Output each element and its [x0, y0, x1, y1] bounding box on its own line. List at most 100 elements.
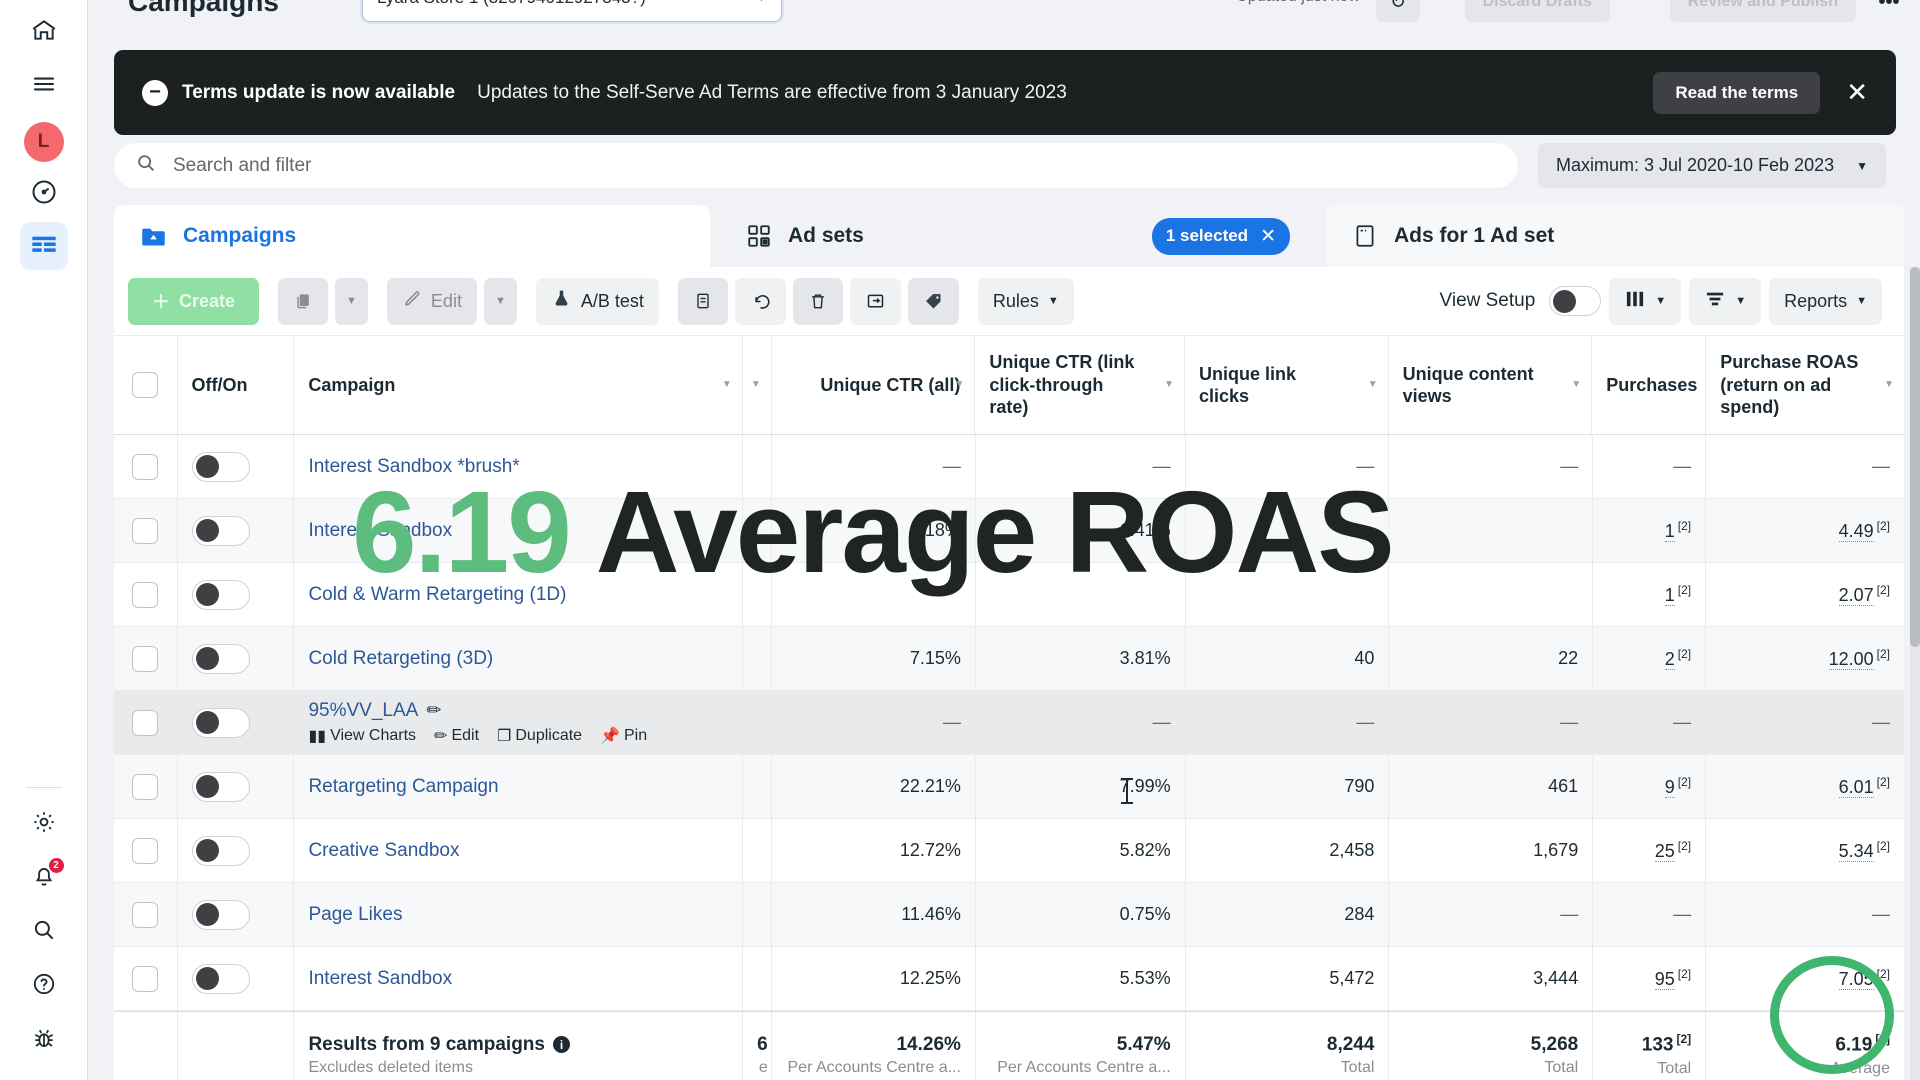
- row-toggle-cell[interactable]: [178, 819, 295, 882]
- bell-icon[interactable]: 2: [20, 852, 68, 900]
- menu-icon[interactable]: [20, 60, 68, 108]
- read-the-terms-button[interactable]: Read the terms: [1653, 71, 1821, 114]
- row-toggle-cell[interactable]: [178, 563, 295, 626]
- campaign-onoff-toggle[interactable]: [191, 899, 250, 930]
- campaign-onoff-toggle[interactable]: [191, 835, 250, 866]
- date-range-picker[interactable]: Maximum: 3 Jul 2020-10 Feb 2023 ▼: [1537, 143, 1886, 188]
- ab-test-button[interactable]: A/B test: [535, 277, 659, 325]
- column-header-purchases[interactable]: Purchases: [1592, 336, 1707, 434]
- duplicate-caret-button[interactable]: ▼: [335, 277, 368, 325]
- view-setup-control[interactable]: View Setup: [1440, 286, 1602, 316]
- sort-caret-icon[interactable]: ▼: [722, 379, 732, 392]
- campaign-name-link[interactable]: Page Likes: [308, 904, 402, 926]
- row-toggle-cell[interactable]: [178, 755, 295, 818]
- row-toggle-cell[interactable]: [178, 627, 295, 690]
- duplicate-button[interactable]: [278, 277, 329, 325]
- discard-drafts-button[interactable]: Discard Drafts: [1464, 0, 1610, 22]
- row-campaign-cell[interactable]: Interest Sandbox: [294, 947, 744, 1010]
- campaign-onoff-toggle[interactable]: [191, 963, 250, 994]
- row-checkbox[interactable]: [132, 453, 159, 480]
- table-row[interactable]: Interest Sandbox 12.25% 5.53% 5,472 3,444 95[…: [114, 947, 1904, 1011]
- sort-caret-icon[interactable]: ▼: [1571, 379, 1581, 392]
- sort-caret-icon[interactable]: ▼: [1884, 379, 1894, 392]
- row-action-edit[interactable]: ✏ Edit: [434, 726, 479, 746]
- sort-caret-icon[interactable]: ▼: [1368, 379, 1378, 392]
- vertical-scrollbar[interactable]: [1910, 267, 1920, 1080]
- sort-caret-icon[interactable]: ▼: [954, 379, 964, 392]
- review-and-publish-button[interactable]: Review and Publish: [1669, 0, 1856, 22]
- campaign-name-link[interactable]: Creative Sandbox: [308, 840, 459, 862]
- row-checkbox-cell[interactable]: [114, 691, 178, 754]
- reports-button[interactable]: Reports ▼: [1769, 277, 1882, 325]
- breakdown-button[interactable]: ▼: [1689, 277, 1762, 325]
- row-action-duplicate[interactable]: ❐ Duplicate: [497, 726, 582, 746]
- campaign-onoff-toggle[interactable]: [191, 515, 250, 546]
- table-row[interactable]: Creative Sandbox 12.72% 5.82% 2,458 1,679 25[…: [114, 819, 1904, 883]
- clipboard-icon-button[interactable]: [677, 277, 728, 325]
- row-checkbox[interactable]: [132, 965, 159, 992]
- tab-ads[interactable]: Ads for 1 Ad set: [1326, 205, 1904, 267]
- rules-button[interactable]: Rules ▼: [977, 277, 1074, 325]
- table-row[interactable]: Retargeting Campaign 22.21% 7.99% 790 461 9 [2…: [114, 755, 1904, 819]
- export-icon-button[interactable]: [849, 277, 901, 325]
- campaign-name-link[interactable]: Cold Retargeting (3D): [308, 648, 493, 670]
- search-input[interactable]: Search and filter: [114, 143, 1518, 188]
- edit-caret-button[interactable]: ▼: [483, 277, 517, 325]
- campaign-name-link[interactable]: Retargeting Campaign: [308, 776, 498, 798]
- scrollbar-thumb[interactable]: [1910, 267, 1920, 647]
- select-all-checkbox[interactable]: [132, 372, 159, 398]
- row-checkbox-cell[interactable]: [114, 499, 178, 562]
- column-header-unique-content-views[interactable]: Unique content views ▼: [1389, 336, 1593, 434]
- search-icon[interactable]: [20, 906, 68, 954]
- row-checkbox[interactable]: [132, 645, 159, 672]
- bug-icon[interactable]: [20, 1014, 68, 1062]
- table-row[interactable]: Page Likes 11.46% 0.75% 284 — — —: [114, 883, 1904, 947]
- avatar[interactable]: L: [23, 122, 64, 162]
- help-icon[interactable]: [20, 960, 68, 1008]
- row-checkbox[interactable]: [132, 773, 159, 800]
- clear-selection-icon[interactable]: ✕: [1260, 225, 1276, 248]
- row-checkbox[interactable]: [132, 581, 159, 608]
- column-header-purchase-roas[interactable]: Purchase ROAS (return on ad spend) ▼: [1706, 336, 1904, 434]
- row-checkbox[interactable]: [132, 709, 159, 736]
- row-checkbox-cell[interactable]: [114, 819, 178, 882]
- campaign-onoff-toggle[interactable]: [191, 579, 250, 610]
- campaign-onoff-toggle[interactable]: [191, 707, 250, 738]
- row-action-view-charts[interactable]: ▮▮ View Charts: [308, 726, 416, 746]
- sort-caret-icon[interactable]: ▼: [751, 379, 761, 392]
- row-checkbox[interactable]: [132, 517, 159, 544]
- create-button[interactable]: ＋ Create: [128, 277, 260, 325]
- close-icon[interactable]: ✕: [1846, 77, 1868, 108]
- row-campaign-cell[interactable]: 95%VV_LAA ✏ ▮▮ View Charts ✏ Edit ❐ Duplicate 📌 P…: [294, 691, 744, 754]
- account-select[interactable]: Lyara Store 1 (320794012927343?) ▼: [362, 0, 782, 22]
- table-row[interactable]: Cold Retargeting (3D) 7.15% 3.81% 40 22 2 [2] 1…: [114, 627, 1904, 691]
- row-checkbox-cell[interactable]: [114, 755, 178, 818]
- row-checkbox-cell[interactable]: [114, 435, 178, 498]
- row-checkbox-cell[interactable]: [114, 947, 178, 1010]
- row-toggle-cell[interactable]: [178, 435, 295, 498]
- row-toggle-cell[interactable]: [178, 947, 295, 1010]
- sort-caret-icon[interactable]: ▼: [1164, 379, 1174, 392]
- row-toggle-cell[interactable]: [178, 883, 295, 946]
- selection-pill[interactable]: 1 selected ✕: [1151, 217, 1290, 255]
- row-checkbox-cell[interactable]: [114, 627, 178, 690]
- row-checkbox[interactable]: [132, 837, 159, 864]
- speedometer-icon[interactable]: [20, 168, 68, 216]
- row-campaign-cell[interactable]: Page Likes: [294, 883, 744, 946]
- view-setup-toggle[interactable]: [1549, 286, 1602, 316]
- more-options-icon[interactable]: •••: [1866, 0, 1912, 22]
- tab-campaigns[interactable]: Campaigns: [114, 205, 710, 267]
- tag-icon-button[interactable]: [907, 277, 959, 325]
- pencil-icon[interactable]: ✏: [426, 700, 441, 721]
- home-icon[interactable]: [20, 6, 68, 54]
- refresh-icon[interactable]: ↻: [1376, 0, 1420, 22]
- row-campaign-cell[interactable]: Cold Retargeting (3D): [294, 627, 744, 690]
- column-header-unique-ctr-link[interactable]: Unique CTR (link click-through rate) ▼: [975, 336, 1185, 434]
- edit-button[interactable]: Edit: [386, 277, 477, 325]
- campaign-onoff-toggle[interactable]: [191, 643, 250, 674]
- campaign-onoff-toggle[interactable]: [191, 771, 250, 802]
- undo-icon-button[interactable]: [734, 277, 786, 325]
- info-icon[interactable]: i: [552, 1036, 570, 1053]
- tab-ad-sets[interactable]: Ad sets 1 selected ✕: [720, 205, 1316, 267]
- trash-icon-button[interactable]: [792, 277, 843, 325]
